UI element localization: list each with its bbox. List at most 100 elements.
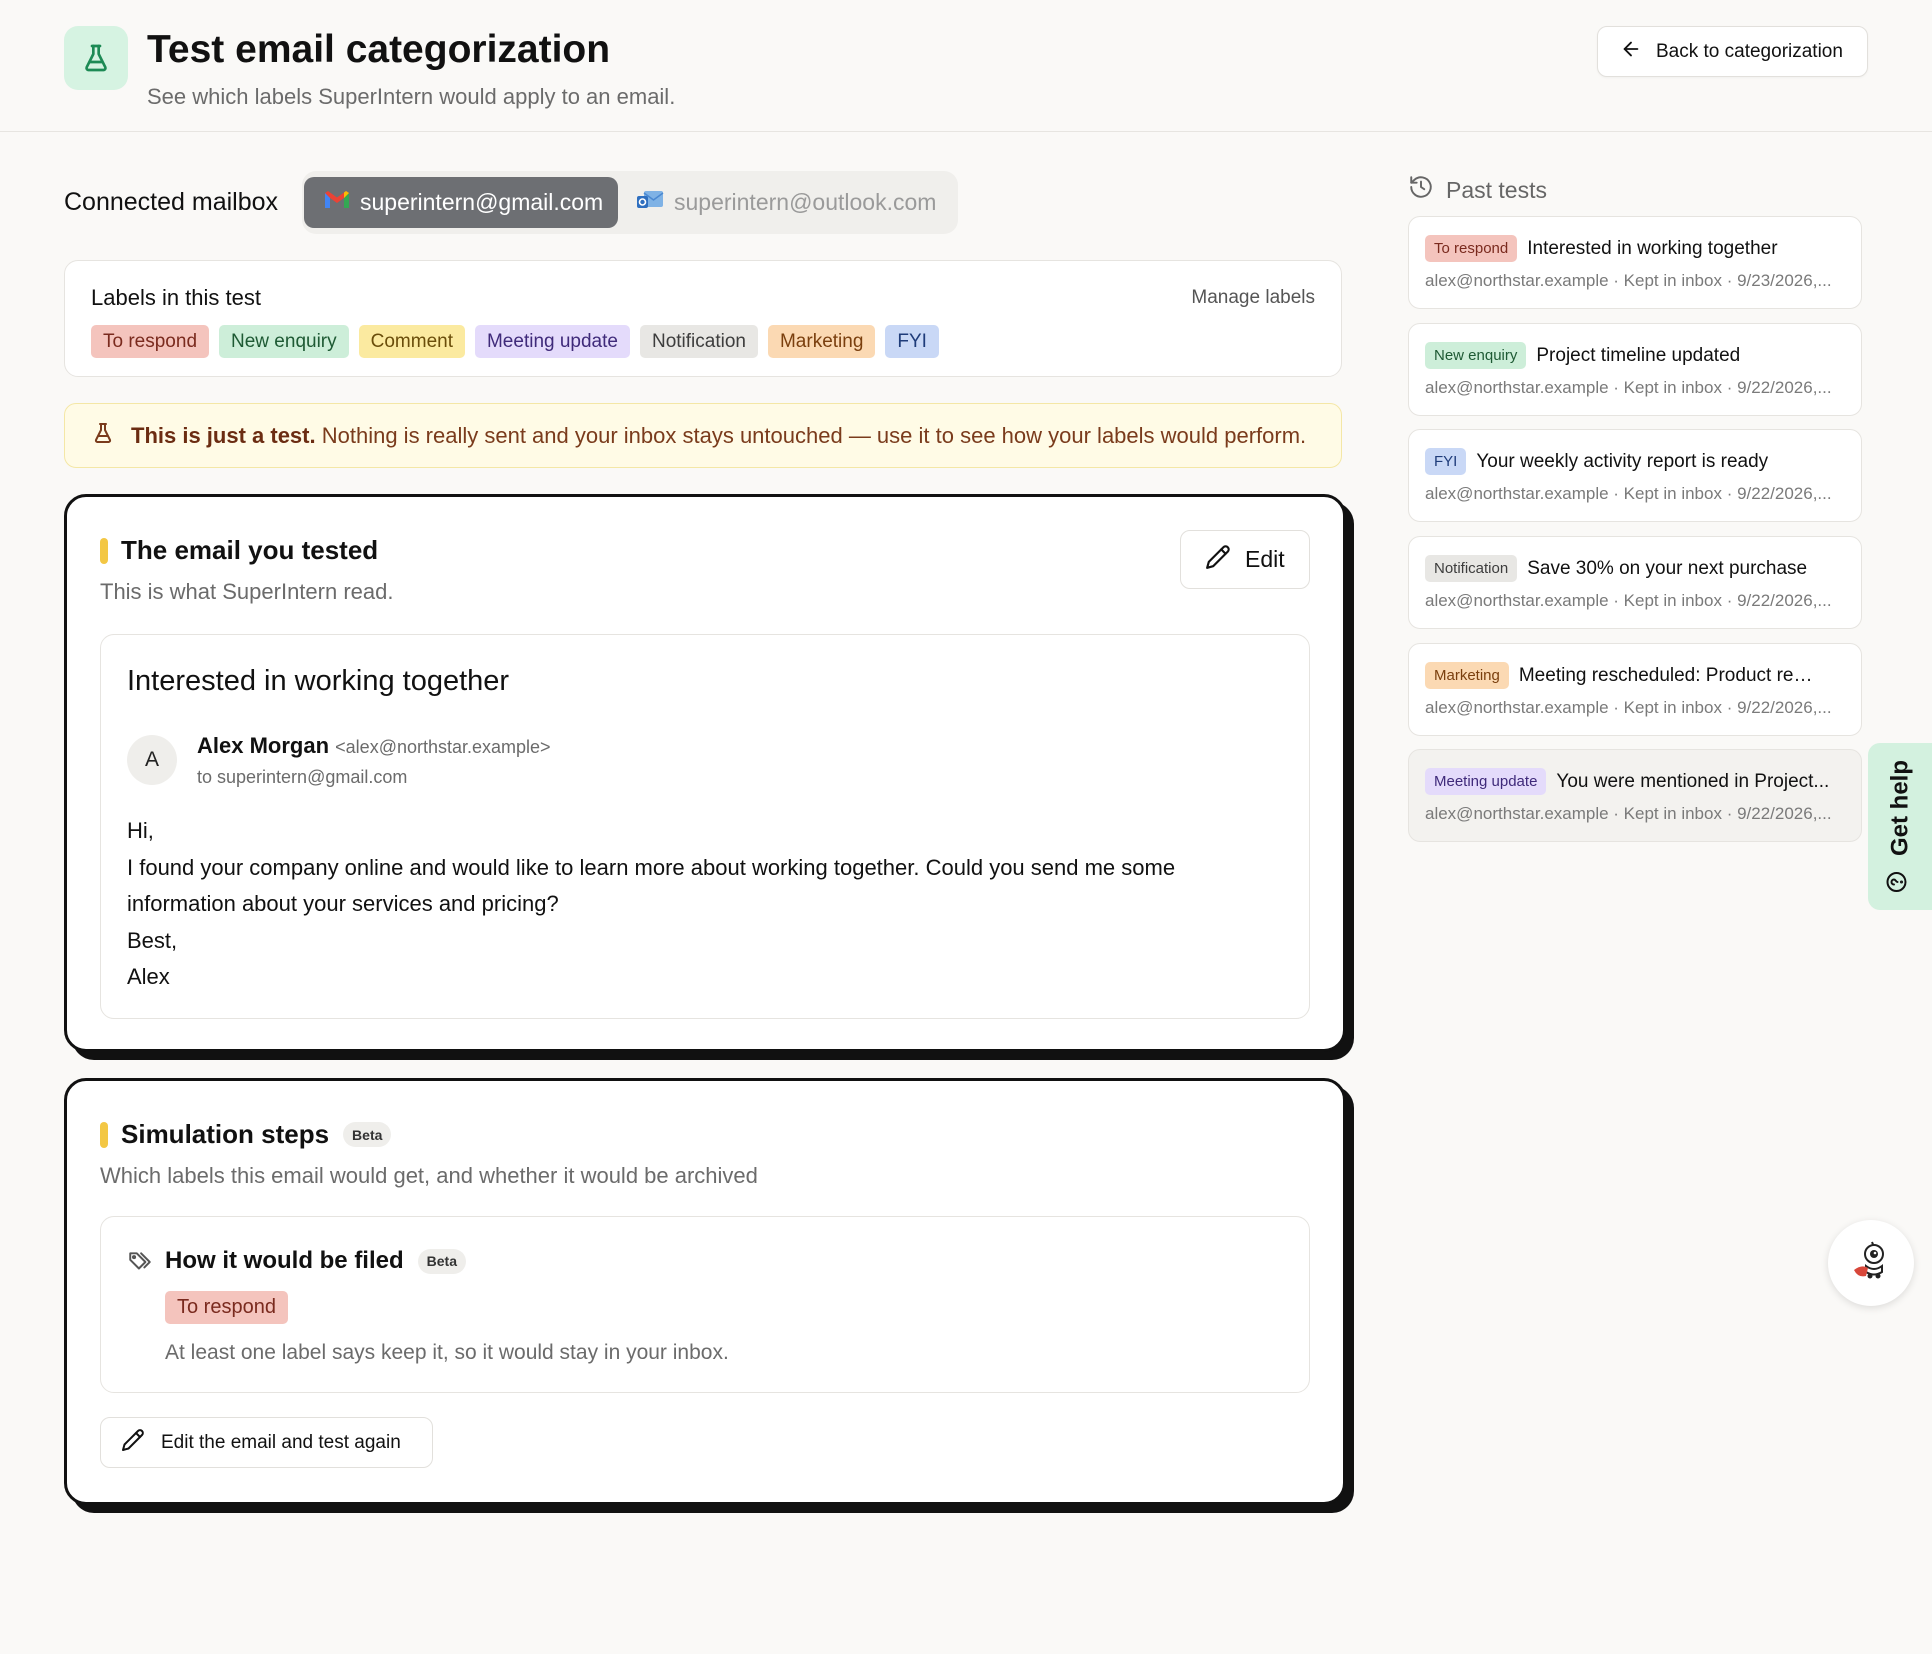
email-body-line: I found your company online and would li… xyxy=(127,854,1176,917)
filing-result: How it would be filed Beta To respond At… xyxy=(100,1216,1310,1393)
sender-email: <alex@northstar.example> xyxy=(335,737,551,757)
beta-badge: Beta xyxy=(417,1248,467,1274)
email-card-title: The email you tested xyxy=(121,535,379,565)
sender: Alex Morgan <alex@northstar.example> xyxy=(197,733,551,759)
test-notice-banner: This is just a test. Nothing is really s… xyxy=(64,403,1342,468)
back-button-label: Back to categorization xyxy=(1656,40,1843,62)
past-test-subject: You were mentioned in Project... xyxy=(1556,770,1830,792)
mailbox-option-gmail[interactable]: superintern@gmail.com xyxy=(304,177,618,228)
past-test-item[interactable]: FYI Your weekly activity report is ready… xyxy=(1408,429,1862,522)
past-test-subject: Project timeline updated xyxy=(1536,344,1741,366)
email-body: Hi, I found your company online and woul… xyxy=(127,813,1267,996)
past-test-label: Meeting update xyxy=(1425,768,1547,795)
past-test-header: FYI Your weekly activity report is ready xyxy=(1425,448,1768,475)
title-accent-bar xyxy=(100,1122,108,1148)
manage-labels-link[interactable]: Manage labels xyxy=(1191,287,1315,309)
email-subject: Interested in working together xyxy=(127,665,510,697)
sender-name: Alex Morgan xyxy=(197,733,330,758)
retest-button-label: Edit the email and test again xyxy=(161,1431,401,1453)
tag-icon xyxy=(127,1249,153,1280)
mailbox-outlook-address: superintern@outlook.com xyxy=(674,189,937,215)
past-test-item[interactable]: To respond Interested in working togethe… xyxy=(1408,216,1862,309)
email-body-line: Alex xyxy=(127,964,170,989)
simulation-title: Simulation steps xyxy=(121,1119,330,1149)
title-accent-bar xyxy=(100,538,108,564)
email-card-subtitle: This is what SuperIntern read. xyxy=(100,579,394,604)
mailbox-switcher: superintern@gmail.com superintern@outloo… xyxy=(302,171,958,234)
past-test-subject: Meeting rescheduled: Product review xyxy=(1518,664,1819,686)
past-test-meta: alex@northstar.example · Kept in inbox ·… xyxy=(1425,484,1832,503)
pencil-icon xyxy=(1205,544,1231,576)
page-header: Test email categorization See which labe… xyxy=(0,0,1932,132)
filed-description: At least one label says keep it, so it w… xyxy=(165,1341,729,1364)
assistant-bot-button[interactable] xyxy=(1828,1220,1914,1306)
email-body-line: Hi, xyxy=(127,818,154,843)
past-test-meta: alex@northstar.example · Kept in inbox ·… xyxy=(1425,591,1832,610)
past-test-item[interactable]: New enquiry Project timeline updated ale… xyxy=(1408,323,1862,416)
recipient: to superintern@gmail.com xyxy=(197,767,408,787)
arrow-left-icon xyxy=(1620,38,1642,66)
outlook-icon xyxy=(636,189,664,217)
past-test-meta: alex@northstar.example · Kept in inbox ·… xyxy=(1425,804,1832,823)
flask-icon xyxy=(64,26,128,90)
connected-mailbox-label: Connected mailbox xyxy=(64,188,279,216)
label-chip-marketing: Marketing xyxy=(767,325,876,358)
page-title: Test email categorization xyxy=(147,28,611,71)
past-test-header: Notification Save 30% on your next purch… xyxy=(1425,555,1807,582)
past-test-label: New enquiry xyxy=(1425,342,1527,369)
past-test-label: Marketing xyxy=(1425,662,1509,689)
label-chip-notification: Notification xyxy=(639,325,758,358)
filed-title: How it would be filed xyxy=(165,1247,404,1274)
mailbox-gmail-address: superintern@gmail.com xyxy=(360,189,604,215)
label-chip-fyi: FYI xyxy=(885,325,939,358)
robot-mascot-icon xyxy=(1848,1238,1894,1289)
get-help-tab[interactable]: Get help xyxy=(1868,743,1932,910)
help-circle-icon xyxy=(1885,870,1916,894)
beta-badge: Beta xyxy=(343,1122,392,1147)
labels-card-title: Labels in this test xyxy=(91,285,261,310)
past-test-label: Notification xyxy=(1425,555,1518,582)
label-chips: To respond New enquiry Comment Meeting u… xyxy=(91,325,939,358)
past-test-header: To respond Interested in working togethe… xyxy=(1425,235,1778,262)
filed-title-row: How it would be filed Beta xyxy=(165,1247,467,1275)
simulation-steps-card: Simulation steps Beta Which labels this … xyxy=(64,1078,1346,1505)
past-test-item[interactable]: Meeting update You were mentioned in Pro… xyxy=(1408,749,1862,842)
back-to-categorization-button[interactable]: Back to categorization xyxy=(1597,26,1868,77)
email-tested-card: The email you tested This is what SuperI… xyxy=(64,494,1346,1052)
past-test-subject: Interested in working together xyxy=(1527,237,1778,259)
past-test-item[interactable]: Marketing Meeting rescheduled: Product r… xyxy=(1408,643,1862,736)
label-chip-new-enquiry: New enquiry xyxy=(219,325,349,358)
past-test-meta: alex@northstar.example · Kept in inbox ·… xyxy=(1425,378,1832,397)
past-test-subject: Your weekly activity report is ready xyxy=(1476,450,1769,472)
past-test-meta: alex@northstar.example · Kept in inbox ·… xyxy=(1425,271,1832,290)
avatar: A xyxy=(127,735,177,785)
past-test-label: FYI xyxy=(1425,448,1467,475)
past-test-item[interactable]: Notification Save 30% on your next purch… xyxy=(1408,536,1862,629)
edit-and-retest-button[interactable]: Edit the email and test again xyxy=(100,1417,433,1468)
get-help-content: Get help xyxy=(1885,759,1916,893)
banner-message: Nothing is really sent and your inbox st… xyxy=(321,422,1307,448)
pencil-icon xyxy=(121,1428,145,1458)
flask-icon xyxy=(91,421,115,451)
gmail-icon xyxy=(324,189,350,216)
labels-card: Labels in this test Manage labels To res… xyxy=(64,260,1342,377)
edit-button-label: Edit xyxy=(1245,546,1285,572)
past-test-meta: alex@northstar.example · Kept in inbox ·… xyxy=(1425,698,1832,717)
history-icon xyxy=(1408,174,1434,206)
email-preview: Interested in working together A Alex Mo… xyxy=(100,634,1310,1019)
label-chip-to-respond: To respond xyxy=(91,325,210,358)
label-chip-comment: Comment xyxy=(358,325,465,358)
past-tests-header: Past tests xyxy=(1408,174,1547,206)
past-test-header: New enquiry Project timeline updated xyxy=(1425,342,1740,369)
email-body-line: Best, xyxy=(127,927,178,953)
label-chip-meeting-update: Meeting update xyxy=(474,325,630,358)
page-subtitle: See which labels SuperIntern would apply… xyxy=(147,84,676,109)
past-tests-title: Past tests xyxy=(1446,176,1547,203)
past-test-subject: Save 30% on your next purchase xyxy=(1527,557,1808,579)
get-help-label: Get help xyxy=(1886,759,1913,856)
simulation-title-row: Simulation steps Beta xyxy=(121,1119,392,1150)
banner-text: This is just a test. Nothing is really s… xyxy=(131,423,1306,449)
edit-email-button[interactable]: Edit xyxy=(1180,530,1310,589)
mailbox-option-outlook[interactable]: superintern@outlook.com xyxy=(636,177,936,228)
past-test-header: Marketing Meeting rescheduled: Product r… xyxy=(1425,662,1819,689)
